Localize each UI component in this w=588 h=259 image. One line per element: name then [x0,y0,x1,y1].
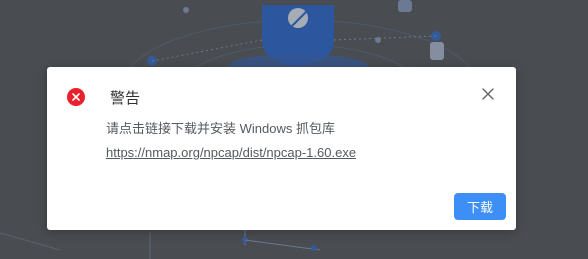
warning-dialog: 警告 请点击链接下载并安装 Windows 抓包库 https://nmap.o… [47,67,516,230]
download-link[interactable]: https://nmap.org/npcap/dist/npcap-1.60.e… [106,144,356,162]
dialog-message: 请点击链接下载并安装 Windows 抓包库 [106,121,335,136]
error-circle-icon [67,88,85,106]
download-button[interactable]: 下载 [454,193,506,220]
dialog-title: 警告 [110,89,141,107]
close-icon[interactable] [479,85,497,103]
